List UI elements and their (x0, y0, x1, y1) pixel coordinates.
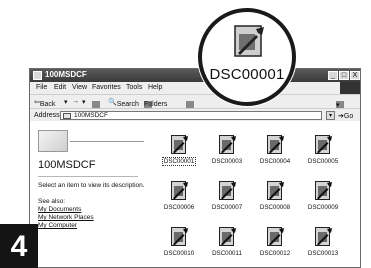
image-file-icon (267, 181, 284, 200)
see-also-label: See also: (38, 198, 66, 205)
forward-dropdown-icon[interactable]: ▾ (82, 98, 86, 106)
menu-favorites[interactable]: Favorites (92, 84, 121, 91)
window-title: 100MSDCF (45, 70, 87, 79)
file-item[interactable]: DSC00012 (252, 227, 298, 267)
link-my-documents[interactable]: My Documents (38, 206, 81, 213)
back-label: Back (39, 101, 56, 108)
menu-view[interactable]: View (72, 84, 87, 91)
address-dropdown-icon[interactable]: ▾ (326, 111, 335, 120)
file-item[interactable]: DSC00010 (156, 227, 202, 267)
image-file-icon (315, 227, 332, 246)
pane-divider (38, 176, 138, 177)
file-name: DSC00009 (307, 204, 339, 211)
file-item[interactable]: DSC00001 (156, 135, 202, 175)
folders-label: Folders (144, 101, 168, 108)
folder-name-heading: 100MSDCF (38, 159, 96, 171)
file-item[interactable]: DSC00008 (252, 181, 298, 221)
windows-logo (340, 82, 360, 94)
image-file-icon (267, 227, 284, 246)
image-file-icon (315, 135, 332, 154)
file-name: DSC00012 (259, 250, 291, 257)
go-button[interactable]: ➔Go (338, 112, 353, 120)
callout-file-name: DSC00001 (209, 66, 285, 83)
address-bar: Address 100MSDCF ▾ ➔Go (30, 108, 360, 121)
file-name: DSC00001 (161, 157, 197, 166)
file-name: DSC00003 (211, 158, 243, 165)
link-my-network-places[interactable]: My Network Places (38, 214, 94, 221)
file-item[interactable]: DSC00003 (204, 135, 250, 175)
file-item[interactable]: DSC00007 (204, 181, 250, 221)
address-field[interactable]: 100MSDCF (60, 111, 322, 120)
menu-edit[interactable]: Edit (54, 84, 66, 91)
maximize-button[interactable]: □ (339, 71, 349, 80)
file-list: DSC00001 DSC00003 DSC00004 DSC00005 DSC00006… (148, 121, 360, 267)
toolbar: ⇦ Back ▾ → ▾ 🔍 Search Folders ▾ (30, 94, 360, 109)
large-folder-icon (38, 130, 68, 152)
close-button[interactable]: X (350, 71, 360, 80)
image-file-icon (171, 227, 188, 246)
file-item[interactable]: DSC00006 (156, 181, 202, 221)
file-name: DSC00007 (211, 204, 243, 211)
file-name: DSC00008 (259, 204, 291, 211)
file-item[interactable]: DSC00009 (300, 181, 346, 221)
image-file-icon (171, 135, 188, 154)
task-pane: 100MSDCF Select an item to view its desc… (30, 121, 148, 267)
menu-file[interactable]: File (36, 84, 47, 91)
magnified-callout: DSC00001 (198, 8, 296, 106)
title-bar[interactable]: 100MSDCF _ □ X (30, 69, 360, 82)
forward-button[interactable]: → (72, 98, 79, 105)
address-value: 100MSDCF (74, 112, 108, 119)
file-name: DSC00005 (307, 158, 339, 165)
folder-icon (33, 71, 42, 80)
file-item[interactable]: DSC00004 (252, 135, 298, 175)
link-my-computer[interactable]: My Computer (38, 222, 77, 229)
image-file-icon (219, 135, 236, 154)
search-button[interactable]: 🔍 Search (108, 98, 139, 108)
image-file-icon (219, 227, 236, 246)
file-name: DSC00011 (212, 250, 242, 257)
step-number-badge: 4 (0, 224, 38, 268)
file-item[interactable]: DSC00005 (300, 135, 346, 175)
search-label: Search (116, 101, 139, 108)
image-file-icon (171, 181, 188, 200)
menu-help[interactable]: Help (148, 84, 162, 91)
file-item[interactable]: DSC00013 (300, 227, 346, 267)
image-file-icon (267, 135, 284, 154)
file-name: DSC00004 (259, 158, 291, 165)
image-file-icon (315, 181, 332, 200)
header-divider (70, 141, 144, 142)
image-file-icon (219, 181, 236, 200)
menu-bar: File Edit View Favorites Tools Help (30, 82, 360, 94)
menu-tools[interactable]: Tools (126, 84, 142, 91)
image-file-icon (234, 25, 264, 57)
file-name: DSC00010 (163, 250, 195, 257)
file-name: DSC00013 (307, 250, 339, 257)
back-dropdown-icon[interactable]: ▾ (64, 98, 68, 106)
minimize-button[interactable]: _ (328, 71, 338, 80)
file-item[interactable]: DSC00011 (204, 227, 250, 267)
file-name: DSC00006 (163, 204, 195, 211)
folder-icon (63, 113, 71, 119)
page-frame: 100MSDCF _ □ X File Edit View Favorites … (0, 0, 371, 268)
back-button[interactable]: ⇦ Back (34, 98, 55, 108)
explorer-window: 100MSDCF _ □ X File Edit View Favorites … (29, 68, 361, 268)
address-label: Address (34, 112, 60, 119)
description-hint: Select an item to view its description. (38, 182, 145, 189)
go-label: Go (343, 113, 354, 120)
